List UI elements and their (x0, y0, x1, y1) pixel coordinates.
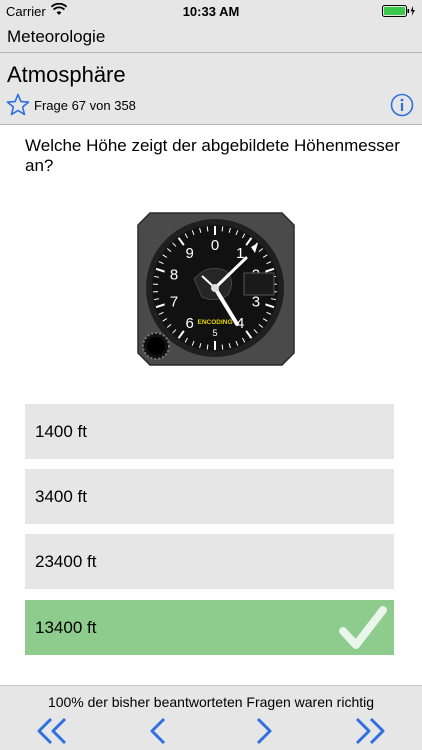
last-question-button[interactable] (353, 716, 387, 746)
answer-label: 3400 ft (35, 487, 87, 506)
answer-label: 23400 ft (35, 552, 97, 571)
previous-question-button[interactable] (141, 716, 175, 746)
altimeter-dial-number: 7 (170, 293, 178, 310)
question-text: Welche Höhe zeigt der abgebildete Höhenm… (25, 136, 400, 175)
altimeter-tick (221, 344, 224, 350)
question-counter: Frage 67 von 358 (34, 98, 136, 113)
altimeter-dial-number: 9 (186, 245, 194, 262)
answer-label: 1400 ft (35, 422, 87, 441)
clock: 10:33 AM (182, 4, 240, 19)
next-icon (256, 717, 272, 745)
status-bar: Carrier 10:33 AM (0, 0, 422, 22)
next-question-button[interactable] (247, 716, 281, 746)
footer-bar: 100% der bisher beantworteten Fragen war… (0, 685, 422, 750)
altimeter-tick (206, 344, 209, 350)
altimeter-tick (221, 226, 224, 232)
altimeter-dial-number: 0 (211, 237, 219, 254)
altimeter-tick (206, 226, 209, 232)
first-icon (37, 717, 67, 745)
altimeter-encoding-label: ENCODING (197, 319, 232, 326)
altimeter-dial-number: 8 (170, 267, 178, 284)
answer-option-1[interactable]: 1400 ft (25, 404, 394, 459)
previous-icon (150, 717, 166, 745)
altimeter-dial-number: 5 (212, 328, 217, 338)
result-summary: 100% der bisher beantworteten Fragen war… (47, 694, 375, 710)
category-title: Meteorologie (7, 27, 106, 46)
question-header: Atmosphäre Frage 67 von 358 (0, 53, 422, 125)
altimeter-dial-number: 3 (252, 293, 260, 310)
answer-option-2[interactable]: 3400 ft (25, 469, 394, 524)
answer-option-4[interactable]: 13400 ft (25, 600, 394, 655)
topic-title: Atmosphäre (7, 62, 126, 87)
answer-option-3[interactable]: 23400 ft (25, 534, 394, 589)
last-icon (355, 717, 385, 745)
info-icon[interactable] (390, 93, 414, 117)
star-icon[interactable] (6, 93, 30, 117)
navigation-bar: Meteorologie (0, 22, 422, 53)
answer-label: 13400 ft (35, 618, 97, 637)
altimeter-image: 0123456789 ENCODING (137, 212, 295, 366)
check-icon (339, 606, 387, 649)
battery-icon (382, 5, 415, 17)
altimeter-dial-number: 6 (186, 315, 194, 332)
first-question-button[interactable] (35, 716, 69, 746)
